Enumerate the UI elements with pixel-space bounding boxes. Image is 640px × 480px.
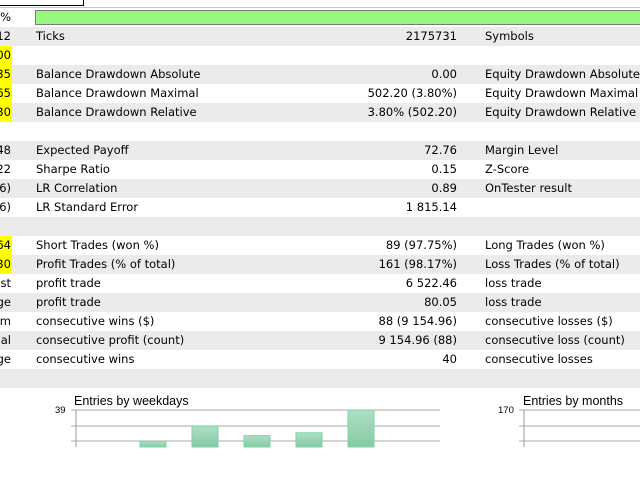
months-chart-title: Entries by months bbox=[523, 394, 624, 408]
weekday-bar bbox=[347, 409, 375, 448]
weekdays-chart-title: Entries by weekdays bbox=[74, 394, 189, 408]
weekdays-y-tick: 39 bbox=[55, 405, 66, 416]
months-y-tick: 170 bbox=[498, 405, 514, 416]
weekday-bar bbox=[139, 440, 167, 448]
weekday-bar bbox=[243, 435, 271, 448]
weekday-bar bbox=[295, 432, 323, 448]
charts bbox=[71, 409, 640, 448]
weekday-bar bbox=[191, 425, 219, 448]
